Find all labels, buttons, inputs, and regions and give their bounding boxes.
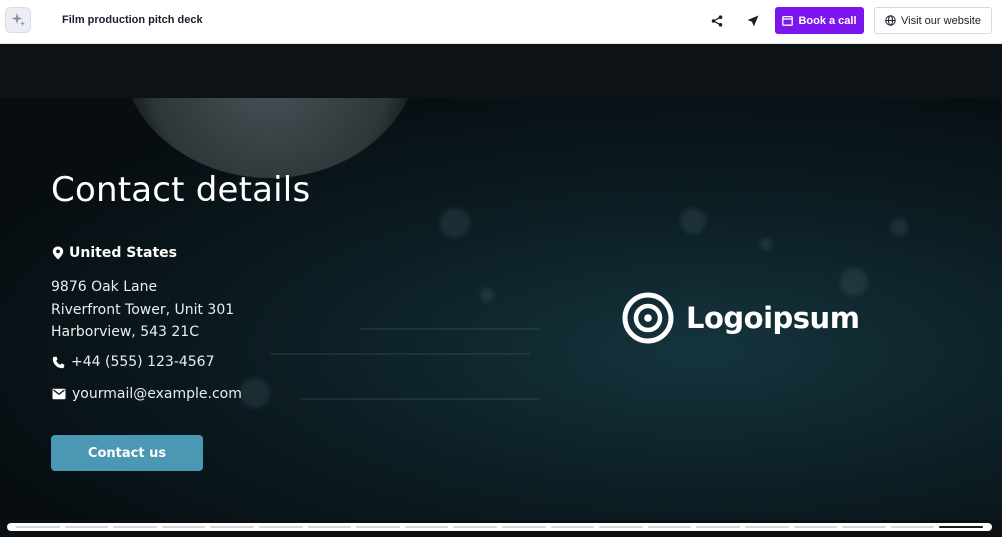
- book-a-call-button[interactable]: Book a call: [775, 7, 864, 34]
- progress-segment[interactable]: [210, 526, 254, 528]
- progress-segment[interactable]: [501, 526, 546, 528]
- background-streak: [300, 398, 540, 400]
- progress-segment[interactable]: [16, 526, 60, 528]
- email-address: yourmail@example.com: [72, 386, 242, 402]
- address-line: Harborview, 543 21C: [51, 324, 199, 340]
- progress-segment[interactable]: [307, 526, 352, 528]
- background-bokeh: [890, 218, 908, 236]
- send-icon: [747, 15, 759, 27]
- globe-icon: [885, 15, 896, 26]
- logo-text: Logoipsum: [686, 301, 860, 335]
- location-row: United States: [52, 245, 177, 261]
- progress-segment[interactable]: [842, 526, 886, 528]
- country-label: United States: [69, 245, 177, 261]
- progress-segment[interactable]: [356, 526, 400, 528]
- progress-segment[interactable]: [113, 526, 157, 528]
- background-bokeh: [240, 378, 270, 408]
- visit-website-label: Visit our website: [901, 14, 981, 27]
- slide-progress-bar[interactable]: [7, 523, 992, 531]
- phone-icon: [52, 356, 65, 368]
- background-moon: [120, 98, 420, 178]
- progress-segment[interactable]: [939, 526, 983, 528]
- progress-segment[interactable]: [453, 526, 497, 528]
- visit-website-button[interactable]: Visit our website: [874, 7, 992, 34]
- progress-segment[interactable]: [890, 526, 935, 528]
- phone-number: +44 (555) 123-4567: [71, 354, 215, 370]
- share-icon: [711, 15, 723, 27]
- address-block: 9876 Oak Lane Riverfront Tower, Unit 301…: [51, 276, 234, 344]
- progress-segment[interactable]: [550, 526, 595, 528]
- stage-background: [0, 44, 1002, 98]
- progress-segment[interactable]: [793, 526, 838, 528]
- background-streak: [360, 328, 540, 330]
- email-row: yourmail@example.com: [52, 386, 242, 402]
- progress-segment[interactable]: [161, 526, 206, 528]
- share-button[interactable]: [706, 10, 728, 32]
- slide-progress-area: [0, 520, 1002, 537]
- background-bokeh: [440, 208, 470, 238]
- address-line: 9876 Oak Lane: [51, 279, 158, 295]
- contact-us-button[interactable]: Contact us: [51, 435, 203, 471]
- progress-segment[interactable]: [696, 526, 740, 528]
- progress-segment[interactable]: [258, 526, 303, 528]
- slide-heading: Contact details: [51, 170, 311, 210]
- progress-segment[interactable]: [404, 526, 449, 528]
- target-logo-icon: [622, 292, 674, 344]
- book-a-call-label: Book a call: [798, 14, 857, 27]
- calendar-icon: [782, 15, 794, 26]
- company-logo: Logoipsum: [622, 292, 860, 344]
- background-bokeh: [680, 208, 706, 234]
- progress-segment[interactable]: [744, 526, 789, 528]
- phone-row: +44 (555) 123-4567: [52, 354, 215, 370]
- address-line: Riverfront Tower, Unit 301: [51, 301, 235, 318]
- top-bar: Film production pitch deck Book a call V…: [0, 0, 1002, 44]
- contact-slide: Contact details United States 9876 Oak L…: [0, 98, 1002, 520]
- send-button[interactable]: [742, 10, 764, 32]
- progress-segment[interactable]: [599, 526, 643, 528]
- document-title: Film production pitch deck: [62, 14, 203, 26]
- sparkle-icon[interactable]: [5, 7, 31, 33]
- mail-icon: [52, 388, 66, 400]
- progress-segment[interactable]: [647, 526, 692, 528]
- map-pin-icon: [52, 246, 64, 260]
- background-streak: [270, 353, 530, 355]
- background-bokeh: [760, 238, 772, 250]
- progress-segment[interactable]: [64, 526, 109, 528]
- background-bokeh: [480, 288, 494, 302]
